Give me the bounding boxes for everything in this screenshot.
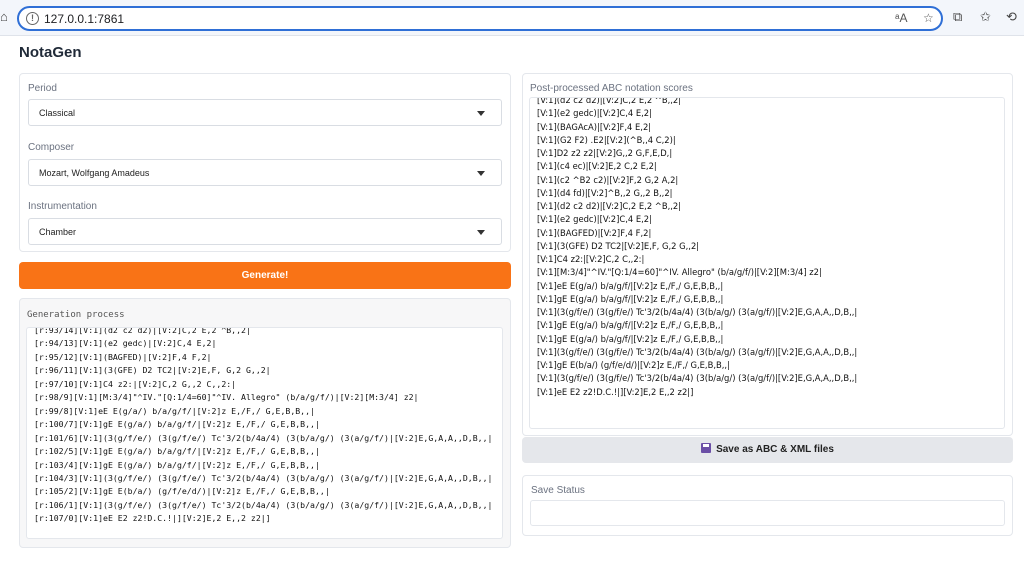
abc-line: [V:1](d4 fd)|[V:2]^B,,2 G,,2 B,,2|: [537, 187, 673, 198]
log-line: [r:100/7][V:1]gE E(g/a/) b/a/g/f/|[V:2]z…: [34, 419, 320, 430]
abc-line: [V:1](3(g/f/e/) (3(g/f/e/) Tc'3/2(b/4a/4…: [537, 307, 858, 317]
save-files-button[interactable]: Save as ABC & XML files: [522, 437, 1013, 463]
period-label: Period: [28, 83, 57, 94]
chevron-down-icon: [477, 111, 485, 116]
home-icon[interactable]: ⌂: [0, 10, 10, 24]
log-line: [r:105/2][V:1]gE E(b/a/) (g/f/e/d/)|[V:2…: [34, 486, 330, 497]
log-line: [r:106/1][V:1](3(g/f/e/) (3(g/f/e/) Tc'3…: [34, 499, 493, 510]
log-line: [r:102/5][V:1]gE E(g/a/) b/a/g/f/|[V:2]z…: [34, 446, 320, 457]
abc-output-textarea[interactable]: [V:1](d2 c2 d2)|[V:2]C,2 E,2 ^B,,2| [V:1]…: [529, 97, 1005, 429]
composer-label: Composer: [28, 142, 75, 153]
log-line: [r:95/12][V:1](BAGFED)|[V:2]F,4 F,2|: [34, 351, 212, 362]
abc-line: [V:1](e2 gedc)|[V:2]C,4 E,2|: [537, 108, 652, 119]
abc-line: [V:1](d2 c2 d2)|[V:2]C,2 E,2 ^B,,2|: [537, 201, 682, 211]
abc-output-text: [V:1](d2 c2 d2)|[V:2]C,2 E,2 ^B,,2| [V:1]…: [537, 97, 858, 399]
abc-line: [V:1]C4 z2:|[V:2]C,2 C,,2:|: [537, 254, 645, 264]
period-value: Classical: [39, 108, 76, 118]
save-status-field[interactable]: [530, 500, 1005, 526]
log-line: [r:97/10][V:1]C4 z2:|[V:2]C,2 G,,2 C,,2:…: [34, 378, 237, 389]
abc-line: [V:1]eE E(g/a/) b/a/g/f/|[V:2]z E,/F,/ G…: [537, 280, 724, 291]
abc-line: [V:1](BAGFED)|[V:2]F,4 F,2|: [537, 227, 652, 238]
bookmark-star-icon[interactable]: ☆: [923, 11, 934, 25]
abc-line: [V:1](3(g/f/e/) (3(g/f/e/) Tc'3/2(b/4a/4…: [537, 373, 858, 384]
log-line: [r:96/11][V:1](3(GFE) D2 TC2|[V:2]E,F, G…: [34, 365, 271, 376]
floppy-disk-icon: [701, 443, 712, 453]
abc-output-label: Post-processed ABC notation scores: [530, 83, 693, 94]
generation-process-textarea[interactable]: [r:93/14][V:1](d2 c2 d2)|[V:2]C,2 E,2 ^B…: [26, 327, 503, 539]
log-line: [r:101/6][V:1](3(g/f/e/) (3(g/f/e/) Tc'3…: [34, 432, 493, 443]
composer-value: Mozart, Wolfgang Amadeus: [39, 168, 150, 178]
abc-line: [V:1](d2 c2 d2)|[V:2]C,2 E,2 ^B,,2|: [537, 97, 682, 105]
abc-line: [V:1](BAGAcA)|[V:2]F,4 E,2|: [537, 121, 652, 132]
abc-line: [V:1][M:3/4]"^IV."[Q:1/4=60]"^IV. Allegr…: [537, 267, 822, 278]
generation-process-label: Generation process: [27, 310, 125, 320]
period-dropdown[interactable]: Classical: [28, 99, 502, 126]
log-line: [r:107/0][V:1]eE E2 z2!D.C.!|][V:2]E,2 E…: [34, 513, 271, 524]
browser-toolbar: ⌂ ! 127.0.0.1:7861 ᵃA ☆ ⧉ ✩ ⟲: [0, 0, 1024, 36]
favorites-icon[interactable]: ✩: [980, 9, 991, 25]
abc-line: [V:1](3(GFE) D2 TC2|[V:2]E,F, G,2 G,,2|: [537, 240, 700, 251]
instrumentation-value: Chamber: [39, 227, 77, 237]
log-line: [r:93/14][V:1](d2 c2 d2)|[V:2]C,2 E,2 ^B…: [34, 327, 251, 335]
instrumentation-dropdown[interactable]: Chamber: [28, 218, 502, 245]
instrumentation-label: Instrumentation: [28, 201, 97, 212]
extensions-icon[interactable]: ⧉: [953, 9, 962, 25]
abc-line: [V:1]eE E2 z2!D.C.!|][V:2]E,2 E,,2 z2|]: [537, 386, 694, 397]
abc-line: [V:1](3(g/f/e/) (3(g/f/e/) Tc'3/2(b/4a/4…: [537, 346, 858, 357]
abc-line: [V:1](G2 F2) .E2|[V:2](^B,,4 C,2)|: [537, 134, 676, 145]
log-line: [r:98/9][V:1][M:3/4]"^IV."[Q:1/4=60]"^IV…: [34, 392, 419, 403]
app-title: NotaGen: [19, 44, 82, 61]
generation-process-text: [r:93/14][V:1](d2 c2 d2)|[V:2]C,2 E,2 ^B…: [34, 327, 493, 526]
composer-dropdown[interactable]: Mozart, Wolfgang Amadeus: [28, 159, 502, 186]
url-text[interactable]: 127.0.0.1:7861: [44, 12, 124, 26]
site-info-icon[interactable]: !: [26, 12, 39, 25]
settings-panel: Period Classical Composer Mozart, Wolfga…: [19, 73, 511, 252]
log-line: [r:103/4][V:1]gE E(g/a/) b/a/g/f/|[V:2]z…: [34, 459, 320, 470]
translate-icon[interactable]: ᵃA: [895, 11, 907, 25]
chevron-down-icon: [477, 230, 485, 235]
log-line: [r:104/3][V:1](3(g/f/e/) (3(g/f/e/) Tc'3…: [34, 472, 493, 483]
abc-line: [V:1]D2 z2 z2|[V:2]G,,2 G,F,E,D,|: [537, 148, 673, 158]
log-line: [r:94/13][V:1](e2 gedc)|[V:2]C,4 E,2|: [34, 338, 217, 349]
save-files-label: Save as ABC & XML files: [716, 444, 834, 455]
generate-button[interactable]: Generate!: [19, 262, 511, 289]
history-icon[interactable]: ⟲: [1006, 9, 1017, 25]
log-line: [r:99/8][V:1]eE E(g/a/) b/a/g/f/|[V:2]z …: [34, 405, 315, 416]
abc-line: [V:1](c4 ec)|[V:2]E,2 C,2 E,2|: [537, 161, 657, 172]
save-status-label: Save Status: [531, 485, 585, 496]
chevron-down-icon: [477, 171, 485, 176]
abc-line: [V:1]gE E(g/a/) b/a/g/f/|[V:2]z E,/F,/ G…: [537, 293, 724, 304]
abc-line: [V:1](c2 ^B2 c2)|[V:2]F,2 G,2 A,2|: [537, 174, 679, 185]
abc-line: [V:1]gE E(g/a/) b/a/g/f/|[V:2]z E,/F,/ G…: [537, 333, 724, 344]
abc-line: [V:1](e2 gedc)|[V:2]C,4 E,2|: [537, 214, 652, 225]
address-bar[interactable]: ! 127.0.0.1:7861 ᵃA ☆: [17, 6, 943, 31]
abc-line: [V:1]gE E(b/a/) (g/f/e/d/)|[V:2]z E,/F,/…: [537, 360, 730, 370]
abc-line: [V:1]gE E(g/a/) b/a/g/f/|[V:2]z E,/F,/ G…: [537, 320, 724, 331]
